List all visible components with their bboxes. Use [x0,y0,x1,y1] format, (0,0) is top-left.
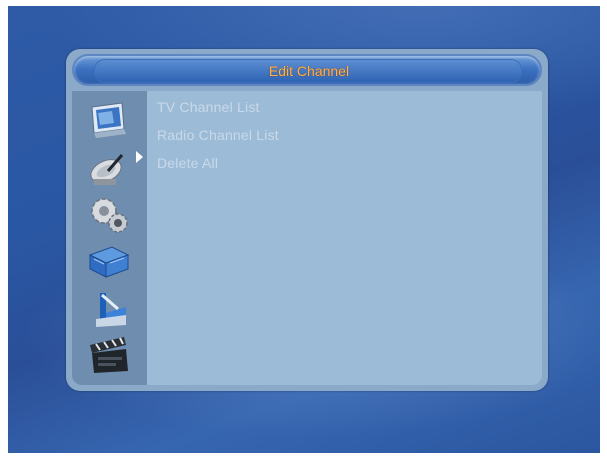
page-title: Edit Channel [268,63,350,79]
menu-item-delete-all[interactable]: Delete All [157,151,218,175]
gears-icon[interactable] [86,195,132,235]
menu-item-tv-channel-list[interactable]: TV Channel List [157,95,260,119]
selection-arrow-icon [136,151,143,163]
satellite-dish-icon[interactable] [86,149,132,189]
title-bar: Edit Channel [72,54,542,86]
menu-item-radio-channel-list[interactable]: Radio Channel List [157,123,279,147]
menu-list: TV Channel List Radio Channel List Delet… [147,91,542,385]
tv-screen: Edit Channel TV Channel List Radio Chann… [8,6,600,453]
menu-frame: Edit Channel TV Channel List Radio Chann… [66,49,548,391]
sidebar-icon-panel [72,91,147,385]
blue-box-icon[interactable] [86,241,132,281]
tv-monitor-icon[interactable] [86,101,132,141]
clapperboard-icon[interactable] [86,335,132,375]
tools-icon[interactable] [86,289,132,329]
